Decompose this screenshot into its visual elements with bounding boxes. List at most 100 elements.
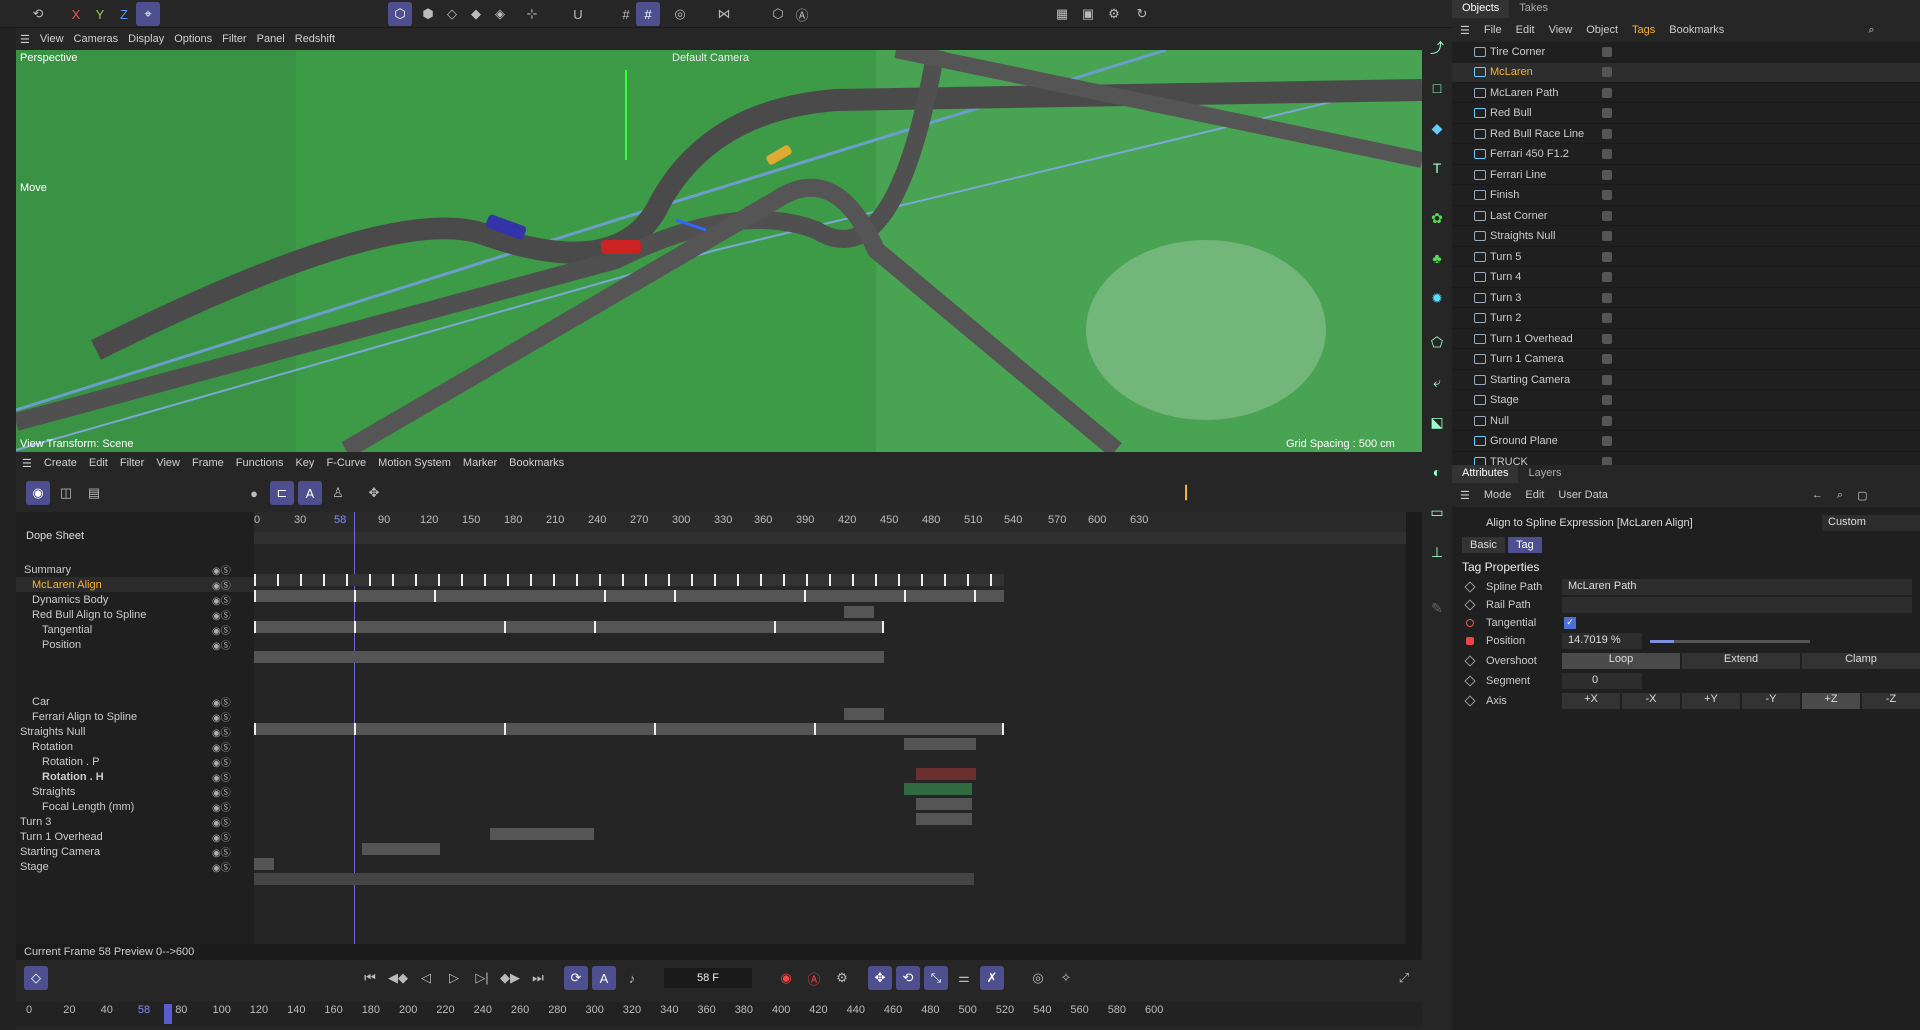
keyframe[interactable] bbox=[691, 574, 693, 586]
eye-icon[interactable]: ◉Ⓢ bbox=[212, 754, 231, 769]
rail-path-field[interactable] bbox=[1562, 597, 1912, 613]
segment-field[interactable]: 0 bbox=[1562, 673, 1642, 689]
keyframe[interactable] bbox=[882, 621, 884, 633]
track-name[interactable]: Red Bull Align to Spline bbox=[32, 609, 146, 621]
keyframe-diamond-icon[interactable] bbox=[1464, 581, 1476, 593]
object-name[interactable]: Stage bbox=[1490, 394, 1519, 406]
track-name[interactable]: Straights Null bbox=[20, 726, 85, 738]
x-axis-toggle[interactable]: X bbox=[64, 2, 88, 26]
object-name[interactable]: Turn 2 bbox=[1490, 312, 1521, 324]
pen-icon[interactable]: ✎ bbox=[1425, 596, 1449, 620]
overshoot-extend[interactable]: Extend bbox=[1682, 653, 1800, 669]
keyframe[interactable] bbox=[737, 574, 739, 586]
object-row[interactable]: Turn 3 bbox=[1452, 288, 1920, 308]
key-bar[interactable] bbox=[254, 590, 1004, 602]
track-row[interactable]: Focal Length (mm) ◉Ⓢ bbox=[16, 799, 254, 815]
axis-plus-x[interactable]: +X bbox=[1562, 693, 1620, 709]
track-row[interactable]: Stage ◉Ⓢ bbox=[16, 859, 254, 875]
3d-viewport[interactable]: Perspective Default Camera Move View Tra… bbox=[16, 50, 1422, 452]
keyframe[interactable] bbox=[354, 621, 356, 633]
visibility-toggle[interactable] bbox=[1602, 374, 1612, 385]
track-row[interactable]: Rotation ◉Ⓢ bbox=[16, 739, 254, 755]
autokey-record-icon[interactable]: Ⓐ bbox=[802, 966, 826, 990]
keyframe-diamond-icon[interactable] bbox=[1464, 599, 1476, 611]
visibility-toggle[interactable] bbox=[1602, 87, 1612, 98]
tl-menu-fcurve[interactable]: F-Curve bbox=[326, 457, 366, 469]
cube-icon[interactable]: ◆ bbox=[1425, 116, 1449, 140]
camera-icon[interactable]: ▭ bbox=[1425, 500, 1449, 524]
marker-icon[interactable]: ┃ bbox=[1174, 481, 1198, 505]
keyframe[interactable] bbox=[300, 574, 302, 586]
tl-menu-motion[interactable]: Motion System bbox=[378, 457, 451, 469]
key-bar[interactable] bbox=[254, 873, 974, 885]
keyframe[interactable] bbox=[622, 574, 624, 586]
keyframe[interactable] bbox=[484, 574, 486, 586]
object-name[interactable]: McLaren bbox=[1490, 66, 1533, 78]
object-name[interactable]: Red Bull bbox=[1490, 107, 1532, 119]
track-row[interactable]: Summary ◉Ⓢ bbox=[16, 562, 254, 578]
text-icon[interactable]: T bbox=[1425, 156, 1449, 180]
keyframe[interactable] bbox=[814, 723, 816, 735]
track-name[interactable]: Dynamics Body bbox=[32, 594, 108, 606]
lock-icon[interactable]: ⬡ bbox=[766, 2, 790, 26]
tab-layers[interactable]: Layers bbox=[1518, 465, 1571, 483]
tl-menu-edit[interactable]: Edit bbox=[89, 457, 108, 469]
preset-dropdown[interactable]: Custom bbox=[1822, 515, 1920, 531]
key-rotation-icon[interactable]: ⟲ bbox=[896, 966, 920, 990]
keyframe[interactable] bbox=[254, 574, 256, 586]
keyframe-mode-icon[interactable]: ◇ bbox=[24, 966, 48, 990]
object-row[interactable]: Stage bbox=[1452, 391, 1920, 411]
record-icon[interactable]: ◉ bbox=[774, 966, 798, 990]
play-icon[interactable]: ▷ bbox=[442, 966, 466, 990]
tl-menu-marker[interactable]: Marker bbox=[463, 457, 497, 469]
keyframe[interactable] bbox=[354, 590, 356, 602]
auto-key-toggle-icon[interactable]: A bbox=[592, 966, 616, 990]
eye-icon[interactable]: ◉Ⓢ bbox=[212, 592, 231, 607]
track-row[interactable]: Ferrari Align to Spline ◉Ⓢ bbox=[16, 709, 254, 725]
object-row[interactable]: Turn 2 bbox=[1452, 309, 1920, 329]
cloner-icon[interactable]: ♣ bbox=[1425, 246, 1449, 270]
deformer-icon[interactable]: ✹ bbox=[1425, 286, 1449, 310]
eye-icon[interactable]: ◉Ⓢ bbox=[212, 607, 231, 622]
menu-panel[interactable]: Panel bbox=[257, 33, 285, 45]
object-name[interactable]: Tire Corner bbox=[1490, 46, 1545, 58]
track-row[interactable]: Dynamics Body ◉Ⓢ bbox=[16, 592, 254, 608]
object-name[interactable]: Turn 5 bbox=[1490, 251, 1521, 263]
eye-icon[interactable]: ◉Ⓢ bbox=[212, 622, 231, 637]
object-row[interactable]: Turn 5 bbox=[1452, 247, 1920, 267]
key-param-icon[interactable]: ⚌ bbox=[952, 966, 976, 990]
key-bar[interactable] bbox=[490, 828, 594, 840]
object-name[interactable]: Finish bbox=[1490, 189, 1519, 201]
key-bar[interactable] bbox=[362, 843, 440, 855]
keyframe[interactable] bbox=[852, 574, 854, 586]
track-name[interactable]: Position bbox=[42, 639, 81, 651]
visibility-toggle[interactable] bbox=[1602, 210, 1612, 221]
track-row[interactable]: Straights Null ◉Ⓢ bbox=[16, 724, 254, 740]
key-bar[interactable] bbox=[254, 858, 274, 870]
keyframe-circle-icon[interactable] bbox=[1466, 619, 1474, 627]
object-name[interactable]: Straights Null bbox=[1490, 230, 1555, 242]
visibility-toggle[interactable] bbox=[1602, 436, 1612, 446]
search-icon[interactable]: ⌕ bbox=[1868, 24, 1874, 37]
object-name[interactable]: Turn 1 Overhead bbox=[1490, 333, 1573, 345]
attr-menu-mode[interactable]: Mode bbox=[1484, 489, 1512, 501]
visibility-toggle[interactable] bbox=[1602, 46, 1612, 57]
magnet-icon[interactable]: U bbox=[566, 2, 590, 26]
visibility-toggle[interactable] bbox=[1602, 415, 1612, 426]
object-row[interactable]: Tire Corner bbox=[1452, 42, 1920, 62]
cube-outline-icon[interactable]: □ bbox=[1425, 76, 1449, 100]
object-row[interactable]: Turn 1 Camera bbox=[1452, 350, 1920, 370]
visibility-toggle[interactable] bbox=[1602, 354, 1612, 364]
track-name[interactable]: Turn 3 bbox=[20, 816, 51, 828]
keyframe[interactable] bbox=[576, 574, 578, 586]
hierarchy-icon[interactable]: ⊏ bbox=[270, 481, 294, 505]
visibility-toggle[interactable] bbox=[1602, 333, 1612, 344]
keyframe[interactable] bbox=[415, 574, 417, 586]
subtab-basic[interactable]: Basic bbox=[1462, 537, 1505, 553]
person-icon[interactable]: ♙ bbox=[326, 481, 350, 505]
key-bar[interactable] bbox=[254, 723, 1004, 735]
eye-icon[interactable]: ◉Ⓢ bbox=[212, 562, 231, 577]
visibility-toggle[interactable] bbox=[1602, 108, 1612, 118]
spline-path-field[interactable]: McLaren Path bbox=[1562, 579, 1912, 595]
go-start-icon[interactable]: ⏮ bbox=[358, 966, 382, 990]
